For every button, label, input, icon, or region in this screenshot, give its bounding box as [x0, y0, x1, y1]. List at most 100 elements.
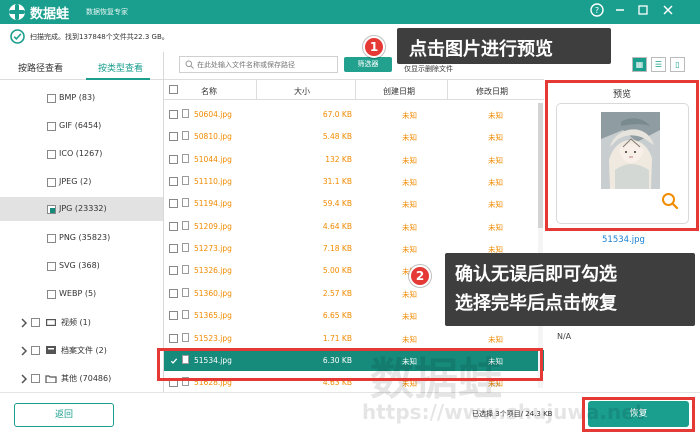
- image-file-icon: [182, 332, 189, 342]
- file-checkbox[interactable]: [169, 110, 178, 119]
- file-checkbox[interactable]: [169, 333, 178, 343]
- file-row[interactable]: 50604.jpg 67.0 KB 未知 未知: [164, 104, 544, 125]
- scrollbar-thumb[interactable]: [538, 103, 543, 228]
- file-created-date: 未知: [402, 111, 417, 120]
- search-icon: [185, 60, 194, 69]
- file-row[interactable]: 51209.jpg 4.64 KB 未知 未知: [164, 216, 544, 237]
- category-item-archive[interactable]: 档案文件 (2): [0, 338, 163, 362]
- type-checkbox[interactable]: [47, 150, 56, 159]
- image-file-icon: [182, 377, 189, 387]
- file-row[interactable]: 51044.jpg 132 KB 未知 未知: [164, 149, 544, 170]
- type-item-gif[interactable]: GIF (6454): [0, 114, 163, 138]
- file-checkbox[interactable]: [169, 244, 178, 254]
- help-icon[interactable]: ?: [588, 3, 605, 20]
- type-item-webp[interactable]: WEBP (5): [0, 282, 163, 306]
- maximize-icon[interactable]: [634, 3, 651, 20]
- category-item-other[interactable]: 其他 (70486): [0, 366, 163, 390]
- preview-view-icon[interactable]: ▯: [670, 57, 685, 72]
- type-item-jpg[interactable]: JPG (23332): [0, 197, 163, 221]
- file-checkbox[interactable]: [169, 199, 178, 209]
- preview-thumbnail: [601, 112, 660, 189]
- created-column-header[interactable]: 创建日期: [383, 86, 415, 97]
- file-list-header: 名称 大小 创建日期 修改日期: [164, 80, 544, 100]
- file-row[interactable]: 51534.jpg 6.30 KB 未知 未知: [164, 349, 544, 371]
- tab-by-type[interactable]: 按类型查看: [98, 61, 143, 74]
- file-row[interactable]: 51628.jpg 4.63 KB 未知 未知: [164, 372, 544, 393]
- type-item-bmp[interactable]: BMP (83): [0, 86, 163, 110]
- type-checkbox[interactable]: [47, 234, 56, 243]
- type-checkbox[interactable]: [47, 122, 56, 131]
- zoom-icon[interactable]: [660, 191, 680, 211]
- preview-panel: 预览 51534.jpg N/A: [546, 79, 700, 392]
- file-checkbox[interactable]: [169, 378, 178, 388]
- category-item-video[interactable]: 视频 (1): [0, 310, 163, 334]
- file-size: 59.4 KB: [322, 199, 352, 209]
- file-modified-date: 未知: [488, 356, 503, 366]
- modified-column-header[interactable]: 修改日期: [476, 86, 508, 97]
- file-size: 7.18 KB: [322, 244, 352, 254]
- file-checkbox[interactable]: [169, 154, 178, 164]
- file-created-date: 未知: [402, 245, 417, 255]
- size-column-header[interactable]: 大小: [294, 86, 310, 97]
- file-size: 67.0 KB: [322, 110, 352, 119]
- filter-button[interactable]: 筛选器: [344, 57, 392, 72]
- file-checkbox[interactable]: [169, 311, 178, 321]
- minimize-icon[interactable]: [611, 3, 628, 20]
- file-name: 51360.jpg: [194, 288, 232, 298]
- image-file-icon: [182, 153, 189, 163]
- select-all-checkbox[interactable]: [169, 85, 178, 94]
- deleted-only-label[interactable]: 仅显示删除文件: [404, 64, 453, 74]
- category-checkbox[interactable]: [31, 374, 40, 383]
- file-checkbox[interactable]: [169, 177, 178, 187]
- file-checkbox[interactable]: [169, 132, 178, 142]
- search-box[interactable]: [179, 56, 338, 73]
- type-item-png[interactable]: PNG (35823): [0, 226, 163, 250]
- file-row[interactable]: 50810.jpg 5.48 KB 未知 未知: [164, 126, 544, 147]
- preview-card[interactable]: [556, 103, 689, 224]
- back-button[interactable]: 返回: [14, 403, 114, 427]
- file-name: 51628.jpg: [194, 378, 232, 388]
- type-item-jpeg[interactable]: JPEG (2): [0, 170, 163, 194]
- list-view-icon[interactable]: ☰: [651, 57, 666, 72]
- image-file-icon: [182, 243, 189, 253]
- type-checkbox[interactable]: [47, 205, 56, 214]
- image-file-icon: [182, 265, 189, 275]
- file-created-date: 未知: [402, 222, 417, 232]
- grid-view-icon[interactable]: ▦: [632, 57, 647, 72]
- file-name: 51209.jpg: [194, 221, 232, 231]
- type-item-svg[interactable]: SVG (368): [0, 254, 163, 278]
- file-name: 51194.jpg: [194, 199, 232, 209]
- file-row[interactable]: 51523.jpg 1.71 KB 未知 未知: [164, 328, 544, 349]
- category-checkbox[interactable]: [31, 346, 40, 355]
- file-checkbox[interactable]: [169, 288, 178, 298]
- image-file-icon: [182, 131, 189, 141]
- file-row[interactable]: 51194.jpg 59.4 KB 未知 未知: [164, 193, 544, 214]
- type-item-label: WEBP (5): [59, 289, 97, 298]
- tab-by-path[interactable]: 按路径查看: [18, 61, 63, 74]
- file-name: 51365.jpg: [194, 311, 232, 321]
- file-checkbox[interactable]: [169, 355, 178, 365]
- image-file-icon: [182, 310, 189, 320]
- recover-button[interactable]: 恢复: [588, 401, 689, 427]
- chevron-right-icon[interactable]: [20, 374, 28, 384]
- chevron-right-icon[interactable]: [20, 318, 28, 328]
- type-checkbox[interactable]: [47, 290, 56, 299]
- file-size: 132 KB: [325, 154, 352, 164]
- type-item-label: GIF (6454): [59, 121, 102, 130]
- file-checkbox[interactable]: [169, 266, 178, 276]
- type-checkbox[interactable]: [47, 94, 56, 103]
- close-icon[interactable]: [659, 3, 676, 20]
- preview-meta: N/A: [557, 332, 572, 341]
- search-input[interactable]: [197, 58, 335, 71]
- category-checkbox[interactable]: [31, 318, 40, 327]
- type-checkbox[interactable]: [47, 262, 56, 271]
- file-row[interactable]: 51110.jpg 31.1 KB 未知 未知: [164, 171, 544, 192]
- chevron-right-icon[interactable]: [20, 346, 28, 356]
- file-size: 6.65 KB: [322, 311, 352, 321]
- file-checkbox[interactable]: [169, 221, 178, 231]
- type-item-ico[interactable]: ICO (1267): [0, 142, 163, 166]
- type-checkbox[interactable]: [47, 178, 56, 187]
- file-list-scrollbar[interactable]: [538, 103, 543, 388]
- type-item-label: PNG (35823): [59, 233, 111, 242]
- name-column-header[interactable]: 名称: [201, 86, 217, 97]
